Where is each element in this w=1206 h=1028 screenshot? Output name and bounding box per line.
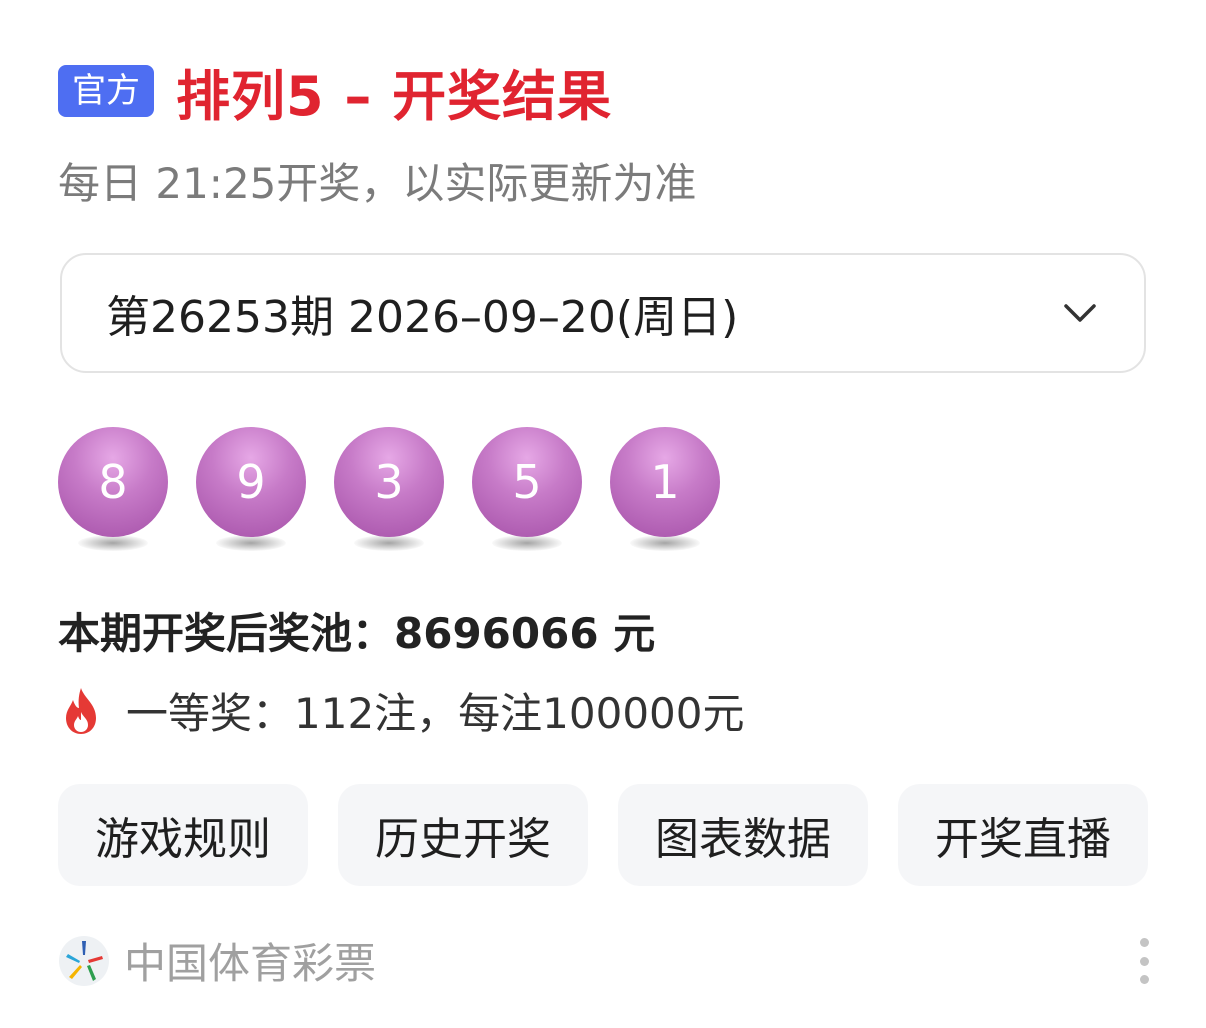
number-ball-value: 5 — [472, 427, 582, 537]
ball-shadow — [354, 535, 424, 551]
winning-numbers: 8 9 3 5 1 — [58, 427, 720, 557]
history-draws-button[interactable]: 历史开奖 — [338, 784, 588, 886]
first-prize-text: 一等奖：112注，每注100000元 — [126, 689, 745, 738]
draw-schedule-note: 每日 21:25开奖，以实际更新为准 — [58, 159, 697, 208]
number-ball-value: 3 — [334, 427, 444, 537]
more-dot — [1139, 938, 1149, 947]
page-title[interactable]: 排列5 – 开奖结果 — [176, 52, 612, 131]
lottery-result-card: 官方 排列5 – 开奖结果 每日 21:25开奖，以实际更新为准 第26253期… — [0, 0, 1206, 1028]
header: 官方 排列5 – 开奖结果 — [58, 56, 612, 128]
more-dot — [1139, 975, 1149, 984]
number-ball-value: 8 — [58, 427, 168, 537]
live-draw-button[interactable]: 开奖直播 — [898, 784, 1148, 886]
number-ball: 3 — [334, 427, 444, 557]
number-ball: 9 — [196, 427, 306, 557]
source-footer[interactable]: 中国体育彩票 — [58, 930, 376, 991]
number-ball-value: 1 — [610, 427, 720, 537]
lottery-logo-icon — [59, 935, 109, 986]
fire-icon — [66, 687, 96, 734]
first-prize-info: 一等奖：112注，每注100000元 — [58, 680, 745, 741]
number-ball: 5 — [472, 427, 582, 557]
official-badge: 官方 — [58, 65, 154, 117]
ball-shadow — [492, 535, 562, 551]
chevron-down-icon[interactable] — [1060, 293, 1100, 333]
prize-pool: 本期开奖后奖池：8696066 元 — [58, 609, 656, 658]
more-vertical-icon[interactable] — [1134, 938, 1154, 984]
ball-shadow — [216, 535, 286, 551]
number-ball: 1 — [610, 427, 720, 557]
number-ball-value: 9 — [196, 427, 306, 537]
game-rules-button[interactable]: 游戏规则 — [58, 784, 308, 886]
number-ball: 8 — [58, 427, 168, 557]
ball-shadow — [78, 535, 148, 551]
chart-data-button[interactable]: 图表数据 — [618, 784, 868, 886]
issue-selector[interactable]: 第26253期 2026–09–20(周日) — [60, 253, 1146, 373]
ball-shadow — [630, 535, 700, 551]
source-name: 中国体育彩票 — [124, 939, 377, 988]
issue-selector-value: 第26253期 2026–09–20(周日) — [106, 292, 739, 343]
action-buttons: 游戏规则 历史开奖 图表数据 开奖直播 — [58, 784, 1148, 886]
more-dot — [1139, 956, 1149, 966]
